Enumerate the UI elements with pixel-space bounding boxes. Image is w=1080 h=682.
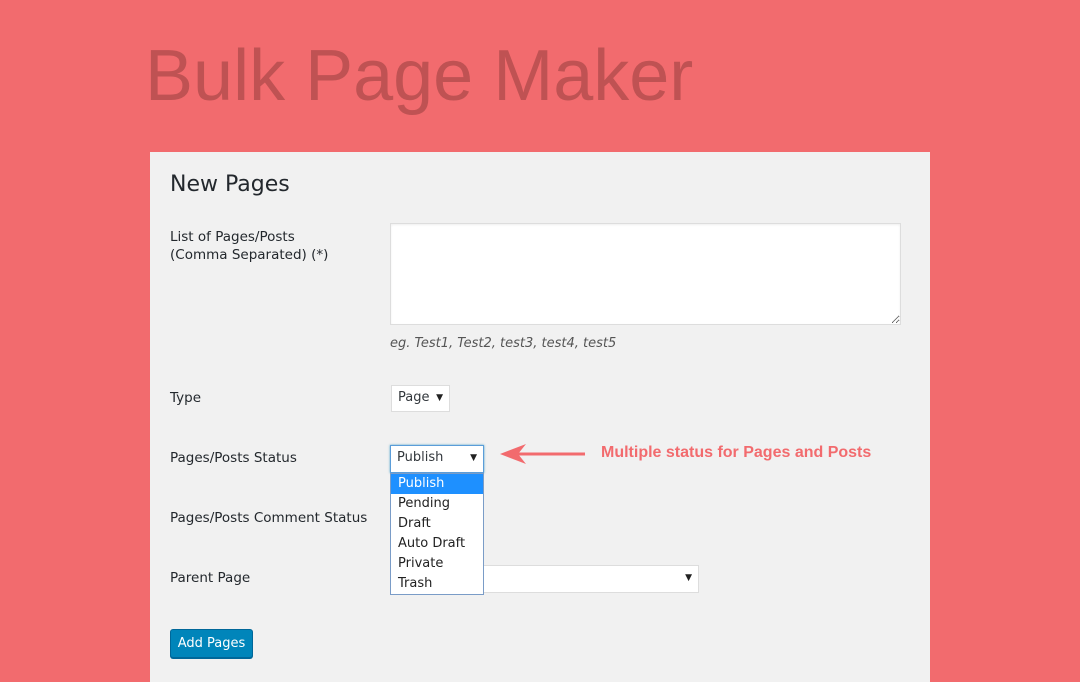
status-option-draft[interactable]: Draft: [391, 514, 483, 534]
status-option-publish[interactable]: Publish: [391, 474, 483, 494]
arrow-left-icon: [500, 444, 585, 464]
type-label: Type: [170, 390, 202, 406]
page-title: Bulk Page Maker: [145, 36, 694, 116]
chevron-down-icon: ▼: [470, 453, 477, 463]
status-option-private[interactable]: Private: [391, 554, 483, 574]
status-option-trash[interactable]: Trash: [391, 574, 483, 594]
add-pages-button[interactable]: Add Pages: [170, 629, 253, 658]
status-select-value: Publish: [397, 450, 444, 465]
new-pages-panel: New Pages List of Pages/Posts (Comma Sep…: [150, 152, 930, 682]
parent-page-select[interactable]: ▼: [484, 565, 699, 593]
status-option-auto-draft[interactable]: Auto Draft: [391, 534, 483, 554]
panel-title: New Pages: [170, 172, 290, 197]
status-dropdown-list[interactable]: Publish Pending Draft Auto Draft Private…: [390, 473, 484, 595]
pages-list-textarea[interactable]: [390, 223, 901, 325]
status-option-pending[interactable]: Pending: [391, 494, 483, 514]
pages-list-label-line2: (Comma Separated) (*): [170, 247, 329, 263]
pages-list-label-line1: List of Pages/Posts: [170, 229, 295, 245]
comment-status-label: Pages/Posts Comment Status: [170, 510, 368, 526]
status-label: Pages/Posts Status: [170, 450, 297, 466]
status-select[interactable]: Publish ▼: [390, 445, 484, 473]
parent-page-label: Parent Page: [170, 570, 251, 586]
chevron-down-icon: ▼: [685, 573, 692, 583]
annotation-callout: Multiple status for Pages and Posts: [601, 444, 872, 461]
chevron-down-icon: ▼: [436, 393, 443, 403]
type-select-value: Page: [398, 390, 430, 405]
pages-list-hint: eg. Test1, Test2, test3, test4, test5: [390, 336, 617, 351]
pages-list-label: List of Pages/Posts (Comma Separated) (*…: [170, 228, 328, 264]
type-select[interactable]: Page ▼: [391, 385, 450, 412]
